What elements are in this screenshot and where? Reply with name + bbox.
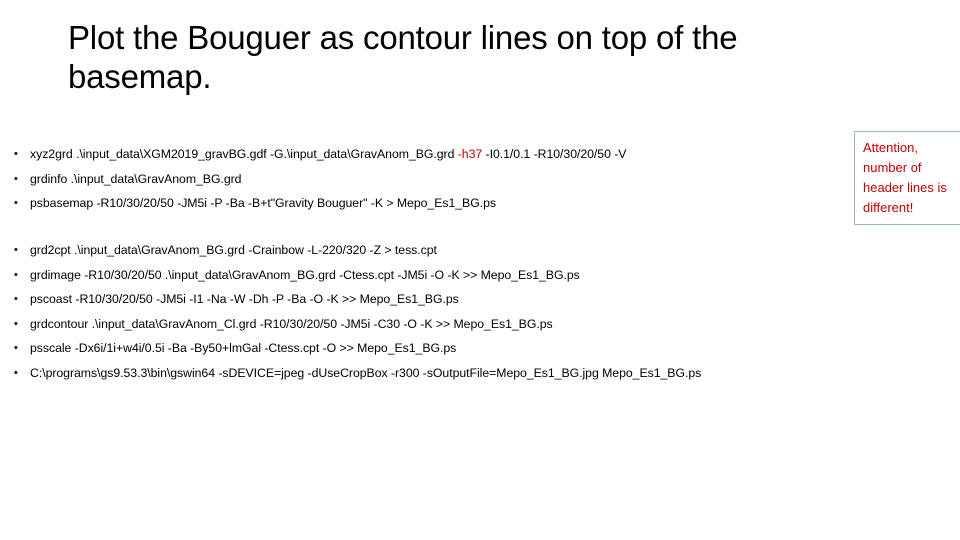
command-text-highlight: -h37 [457, 147, 483, 161]
bullet-list-one: • xyz2grd .\input_data\XGM2019_gravBG.gdf… [0, 142, 850, 216]
list-item: • xyz2grd .\input_data\XGM2019_gravBG.gdf… [0, 142, 850, 167]
bullet-icon: • [14, 293, 18, 305]
list-item: • grd2cpt .\input_data\GravAnom_BG.grd -C… [0, 238, 850, 263]
bullet-icon: • [14, 197, 18, 209]
command-text-pre: psscale -Dx6i/1i+w4i/0.5i -Ba -By50+lmGa… [30, 341, 457, 355]
command-text-pre: grdcontour .\input_data\GravAnom_Cl.grd … [30, 316, 553, 331]
bullet-icon: • [14, 342, 18, 354]
page-title: Plot the Bouguer as contour lines on top… [68, 19, 738, 95]
list-item: • psbasemap -R10/30/20/50 -JM5i -P -Ba -B… [0, 191, 850, 216]
attention-callout-text: Attention, number of header lines is dif… [863, 140, 947, 215]
list-item: • grdcontour .\input_data\GravAnom_Cl.grd… [0, 312, 850, 337]
command-text-pre: pscoast -R10/30/20/50 -JM5i -I1 -Na -W -… [30, 292, 459, 306]
slide-canvas: Plot the Bouguer as contour lines on top… [0, 0, 960, 540]
attention-callout: Attention, number of header lines is dif… [854, 131, 960, 225]
bullet-icon: • [14, 244, 18, 256]
command-group-two: • grd2cpt .\input_data\GravAnom_BG.grd -C… [0, 238, 850, 385]
list-item: • grdimage -R10/30/20/50 .\input_data\Gra… [0, 263, 850, 288]
list-item: • psscale -Dx6i/1i+w4i/0.5i -Ba -By50+lmG… [0, 336, 850, 361]
list-item: • C:\programs\gs9.53.3\bin\gswin64 -sDEVI… [0, 361, 850, 386]
bullet-icon: • [14, 317, 18, 330]
command-text-pre: grd2cpt .\input_data\GravAnom_BG.grd -Cr… [30, 243, 437, 257]
command-text-pre: psbasemap -R10/30/20/50 -JM5i -P -Ba -B+… [30, 196, 496, 210]
command-text-pre: xyz2grd .\input_data\XGM2019_gravBG.gdf … [30, 147, 458, 161]
bullet-icon: • [14, 268, 18, 281]
command-text-pre: grdinfo .\input_data\GravAnom_BG.grd [30, 171, 242, 186]
list-item: • pscoast -R10/30/20/50 -JM5i -I1 -Na -W … [0, 287, 850, 312]
command-text-pre: grdimage -R10/30/20/50 .\input_data\Grav… [30, 267, 580, 282]
bullet-icon: • [14, 366, 18, 379]
command-text-pre: C:\programs\gs9.53.3\bin\gswin64 -sDEVIC… [30, 365, 702, 380]
bullet-icon: • [14, 172, 18, 185]
bullet-icon: • [14, 148, 18, 160]
command-text-post: -I0.1/0.1 -R10/30/20/50 -V [482, 147, 627, 161]
bullet-list-two: • grd2cpt .\input_data\GravAnom_BG.grd -C… [0, 238, 850, 385]
list-item: • grdinfo .\input_data\GravAnom_BG.grd [0, 167, 850, 192]
command-group-one: • xyz2grd .\input_data\XGM2019_gravBG.gdf… [0, 142, 850, 216]
